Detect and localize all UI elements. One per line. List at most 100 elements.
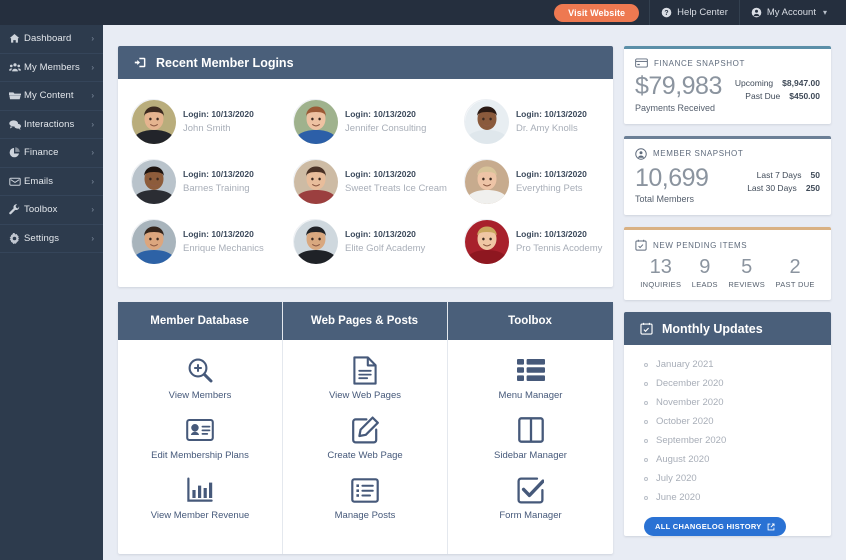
help-center-link[interactable]: ? Help Center: [649, 0, 739, 25]
sign-in-icon: [134, 56, 147, 69]
svg-text:?: ?: [665, 10, 669, 17]
calendar-check-icon: [635, 239, 647, 251]
sidebar-item-settings[interactable]: Settings ›: [0, 225, 103, 254]
login-entry[interactable]: Login: 10/13/2020Enrique Mechanics: [118, 211, 280, 271]
bullet-icon: [644, 382, 648, 386]
login-entry[interactable]: Login: 10/13/2020Barnes Training: [118, 151, 280, 211]
pending-items-label: NEW PENDING ITEMS: [653, 241, 747, 250]
sidebar-item-toolbox[interactable]: Toolbox ›: [0, 196, 103, 225]
monthly-update-item[interactable]: August 2020: [644, 450, 831, 469]
avatar: [131, 159, 175, 203]
monthly-update-item[interactable]: June 2020: [644, 488, 831, 507]
bullet-icon: [644, 439, 648, 443]
calendar-check-icon: [640, 322, 653, 335]
member-amount-label: Total Members: [635, 194, 708, 204]
sidebar-item-finance[interactable]: Finance ›: [0, 139, 103, 168]
monthly-update-item[interactable]: January 2021: [644, 355, 831, 374]
sidebar-item-emails[interactable]: Emails ›: [0, 168, 103, 197]
chevron-right-icon: ›: [91, 205, 94, 214]
monthly-update-item[interactable]: November 2020: [644, 393, 831, 412]
action-column: Web Pages & PostsView Web PagesCreate We…: [283, 302, 448, 554]
monthly-updates-header: Monthly Updates: [624, 312, 831, 345]
sidebar-item-interactions[interactable]: Interactions ›: [0, 111, 103, 140]
action-item[interactable]: Edit Membership Plans: [118, 415, 282, 461]
login-member-name: Jennifer Consulting: [345, 123, 426, 134]
finance-stat-label: Upcoming: [735, 77, 773, 90]
avatar: [293, 99, 337, 143]
login-date: Login: 10/13/2020: [183, 229, 264, 239]
pending-stat-label: REVIEWS: [728, 280, 765, 289]
login-entry[interactable]: Login: 10/13/2020Sweet Treats Ice Cream: [280, 151, 451, 211]
bullet-icon: [644, 420, 648, 424]
avatar: [293, 219, 337, 263]
action-column-title: Toolbox: [448, 302, 613, 340]
member-stat-row: Last 30 Days 250: [747, 182, 820, 195]
pending-stat[interactable]: 2PAST DUE: [776, 256, 815, 289]
user-circle-icon: [751, 7, 762, 18]
pending-stat[interactable]: 5REVIEWS: [728, 256, 765, 289]
action-column: Toolbox Menu Manager Sidebar Manager Form M…: [448, 302, 613, 554]
all-changelog-history-button[interactable]: ALL CHANGELOG HISTORY: [644, 517, 786, 536]
pending-stat[interactable]: 9LEADS: [692, 256, 718, 289]
monthly-update-label: October 2020: [656, 416, 714, 427]
wrench-icon: [9, 204, 24, 215]
pending-stat[interactable]: 13INQUIRIES: [640, 256, 681, 289]
monthly-update-item[interactable]: July 2020: [644, 469, 831, 488]
id-card-icon: [118, 415, 282, 445]
avatar: [464, 159, 508, 203]
action-item-label: Sidebar Manager: [448, 450, 613, 461]
monthly-update-label: January 2021: [656, 359, 714, 370]
monthly-update-item[interactable]: September 2020: [644, 431, 831, 450]
login-entry[interactable]: Login: 10/13/2020 Everything Pets: [451, 151, 613, 211]
action-item[interactable]: Menu Manager: [448, 355, 613, 401]
pending-stat-label: PAST DUE: [776, 280, 815, 289]
action-item[interactable]: Sidebar Manager: [448, 415, 613, 461]
login-entry[interactable]: Login: 10/13/2020Dr. Amy Knolls: [451, 91, 613, 151]
finance-snapshot-label: FINANCE SNAPSHOT: [654, 59, 745, 68]
sidebar-label: Interactions: [24, 119, 91, 130]
my-account-menu[interactable]: My Account ▾: [739, 0, 838, 25]
bullet-icon: [644, 477, 648, 481]
chevron-right-icon: ›: [91, 177, 94, 186]
action-item[interactable]: Create Web Page: [283, 415, 447, 461]
action-item-label: Create Web Page: [283, 450, 447, 461]
sidebar-item-my-content[interactable]: My Content ›: [0, 82, 103, 111]
action-item[interactable]: View Web Pages: [283, 355, 447, 401]
envelope-icon: [9, 176, 24, 187]
finance-amount-label: Payments Received: [635, 103, 722, 113]
member-snapshot-card: MEMBER SNAPSHOT 10,699 Total Members Las…: [624, 136, 831, 216]
action-column: Member Database View Members Edit Membersh…: [118, 302, 283, 554]
login-entry[interactable]: Login: 10/13/2020Elite Golf Academy: [280, 211, 451, 271]
monthly-update-item[interactable]: October 2020: [644, 412, 831, 431]
monthly-update-item[interactable]: December 2020: [644, 374, 831, 393]
changelog-button-label: ALL CHANGELOG HISTORY: [655, 522, 762, 531]
document-icon: [283, 355, 447, 385]
avatar: [464, 219, 508, 263]
new-pending-items-card: NEW PENDING ITEMS 13INQUIRIES 9LEADS 5REVI…: [624, 227, 831, 300]
sidebar-item-my-members[interactable]: My Members ›: [0, 54, 103, 83]
home-icon: [9, 33, 24, 44]
login-entry[interactable]: Login: 10/13/2020Jennifer Consulting: [280, 91, 451, 151]
member-amount: 10,699: [635, 165, 708, 193]
right-column: FINANCE SNAPSHOT $79,983 Payments Receiv…: [624, 46, 831, 536]
chevron-right-icon: ›: [91, 148, 94, 157]
bullet-icon: [644, 458, 648, 462]
login-date: Login: 10/13/2020: [516, 169, 587, 179]
action-item[interactable]: View Member Revenue: [118, 475, 282, 521]
action-item[interactable]: Manage Posts: [283, 475, 447, 521]
avatar: [293, 159, 337, 203]
action-item-label: Form Manager: [448, 510, 613, 521]
login-member-name: Everything Pets: [516, 183, 587, 194]
finance-amount-block: $79,983 Payments Received: [635, 73, 722, 113]
pending-stat-value: 13: [640, 256, 681, 278]
sidebar-item-dashboard[interactable]: Dashboard ›: [0, 25, 103, 54]
visit-website-button[interactable]: Visit Website: [554, 4, 639, 22]
action-item[interactable]: Form Manager: [448, 475, 613, 521]
login-entry[interactable]: Login: 10/13/2020Pro Tennis Acodemy: [451, 211, 613, 271]
action-item[interactable]: View Members: [118, 355, 282, 401]
action-column-title: Member Database: [118, 302, 282, 340]
comments-icon: [9, 119, 24, 130]
login-entry[interactable]: Login: 10/13/2020John Smith: [118, 91, 280, 151]
action-item-label: View Web Pages: [283, 390, 447, 401]
bullet-icon: [644, 401, 648, 405]
